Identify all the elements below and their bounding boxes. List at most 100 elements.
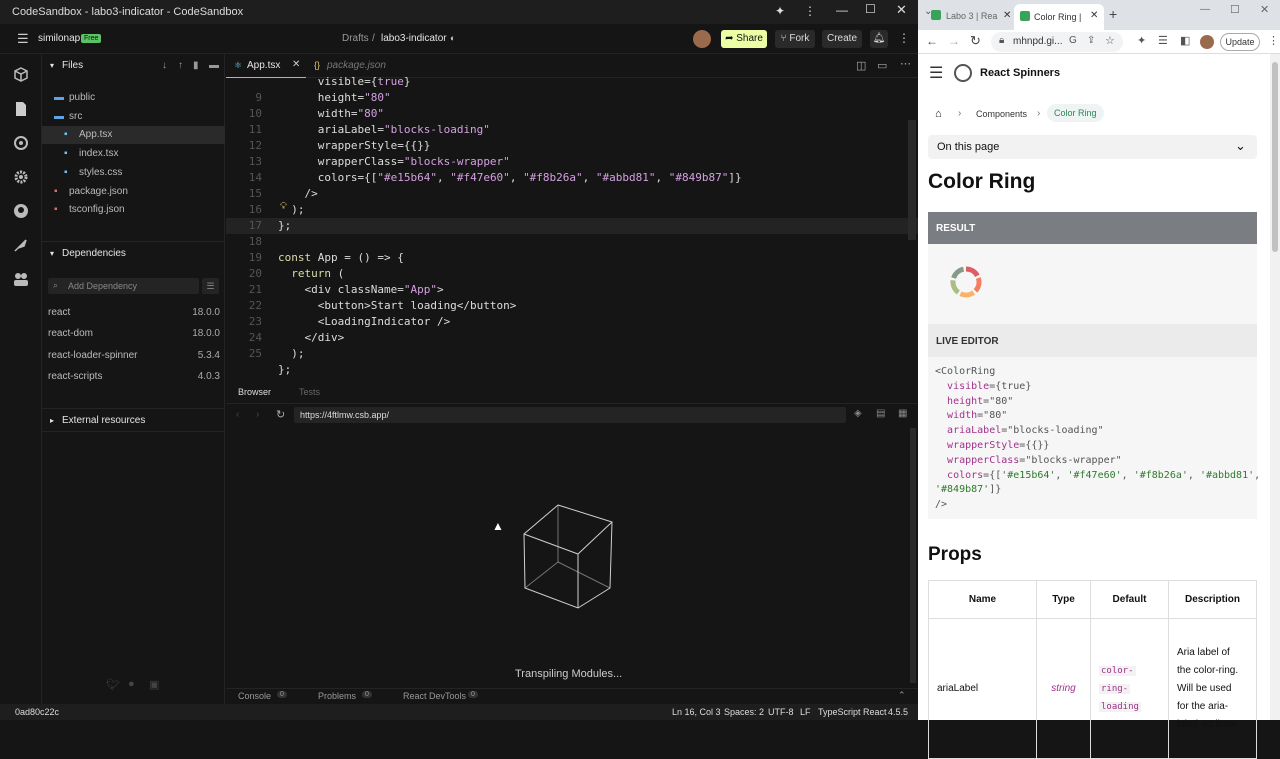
browser-scrollbar[interactable] [910, 428, 916, 683]
avatar[interactable] [693, 30, 711, 48]
home-icon[interactable]: ⌂ [935, 108, 942, 120]
close-tab-icon[interactable]: ✕ [292, 59, 300, 70]
chrome-tab-labo3[interactable]: Labo 3 | Rea ✕ [928, 6, 1014, 28]
external-resources-header[interactable]: ▸ External resources [42, 408, 225, 432]
editor-scrollbar[interactable] [908, 120, 916, 240]
close-tab-icon[interactable]: ✕ [1003, 10, 1011, 21]
maximize-icon[interactable]: ☐ [865, 2, 876, 16]
forward-arrow-icon[interactable]: → [948, 34, 960, 48]
problems-tab[interactable]: Problems [318, 691, 356, 701]
share-button[interactable]: ➦ Share [721, 30, 767, 48]
project-name[interactable]: labo3-indicator [381, 33, 447, 44]
options-icon[interactable]: ⋮ [898, 31, 910, 45]
copy-icon[interactable]: ▤ [876, 408, 885, 419]
dependency-item[interactable]: react-dom 18.0.0 [48, 325, 220, 343]
notification-icon[interactable]: 🔔︎ [870, 30, 888, 48]
scrollbar-thumb[interactable] [1272, 62, 1278, 252]
dependency-item[interactable]: react-scripts 4.0.3 [48, 368, 220, 386]
address-bar[interactable]: 🔒︎ mhnpd.gi... G ⇪ ☆ [991, 32, 1123, 52]
split-view-icon[interactable]: ◫ [856, 59, 866, 72]
live-code-editor[interactable]: <ColorRing visible={true} height="80" wi… [928, 357, 1260, 519]
new-file-icon[interactable]: ▮ [193, 54, 199, 78]
rocket-icon[interactable] [12, 236, 30, 254]
extensions-icon[interactable]: ✦ [775, 4, 785, 18]
maximize-icon[interactable]: ☐ [1230, 3, 1240, 16]
github-icon[interactable]: ● [128, 678, 135, 690]
google-icon[interactable]: G [1069, 35, 1077, 46]
chevron-up-icon[interactable]: ⌃ [898, 690, 906, 701]
sort-down-icon[interactable]: ↓ [162, 54, 167, 78]
hamburger-icon[interactable]: ☰ [929, 63, 943, 83]
extensions-icon[interactable]: ✦ [1137, 34, 1146, 47]
more-icon[interactable]: ⋮ [804, 4, 816, 18]
gear-icon[interactable] [12, 168, 30, 186]
refresh-icon[interactable]: ↻ [276, 408, 285, 421]
menu-icon[interactable]: ☰ [17, 31, 29, 47]
twitter-icon[interactable]: 🐦︎ [106, 678, 120, 691]
username[interactable]: similonap [38, 33, 80, 44]
list-icon[interactable]: ☰ [202, 278, 219, 294]
dependency-item[interactable]: react-loader-spinner 5.3.4 [48, 347, 220, 365]
side-panel-icon[interactable]: ◧ [1180, 34, 1190, 47]
forward-icon[interactable]: › [256, 409, 259, 420]
search-icon[interactable] [12, 134, 30, 152]
on-this-page-toggle[interactable]: On this page ⌄ [928, 135, 1257, 159]
devtools-icon[interactable]: ◈ [854, 408, 862, 419]
dependency-item[interactable]: react 18.0.0 [48, 304, 220, 322]
file-item[interactable]: ▪ package.json [42, 183, 225, 201]
reading-list-icon[interactable]: ☰ [1158, 34, 1168, 47]
console-tab[interactable]: Console [238, 691, 271, 701]
github-icon[interactable] [12, 202, 30, 220]
close-window-icon[interactable]: ✕ [1260, 3, 1269, 16]
sort-up-icon[interactable]: ↑ [178, 54, 183, 78]
star-icon[interactable]: ☆ [1105, 34, 1115, 47]
file-item[interactable]: ▪ index.tsx [42, 145, 225, 163]
new-folder-icon[interactable]: ▬ [209, 54, 219, 78]
url-input[interactable]: https://4ftlmw.csb.app/ [294, 407, 846, 423]
add-dependency-input[interactable]: ⌕ Add Dependency [48, 278, 199, 294]
files-header[interactable]: ▾ Files ↓ ↑ ▮ ▬ [42, 54, 225, 78]
file-item[interactable]: ▪ styles.css [42, 164, 225, 182]
file-item[interactable]: ▬ src [42, 108, 225, 126]
chrome-tab-color-ring[interactable]: Color Ring | ✕ [1014, 4, 1104, 30]
devtools-tab[interactable]: React DevTools [403, 691, 466, 701]
more-icon[interactable]: ⋯ [900, 57, 911, 70]
ts-version[interactable]: 4.5.5 [888, 704, 908, 720]
share-icon[interactable]: ⇪ [1087, 35, 1095, 46]
file-item[interactable]: ▪ App.tsx [42, 126, 225, 145]
file-icon[interactable] [12, 100, 30, 118]
chrome-menu-icon[interactable]: ⋮ [1268, 34, 1279, 47]
drafts-link[interactable]: Drafts [342, 33, 369, 44]
minimize-icon[interactable]: — [1200, 4, 1210, 15]
encoding[interactable]: UTF-8 [768, 704, 794, 720]
create-button[interactable]: Create [822, 30, 862, 48]
page-scrollbar[interactable] [1270, 54, 1280, 720]
minimize-icon[interactable]: — [836, 3, 848, 17]
close-icon[interactable]: ✕ [896, 2, 907, 18]
file-item[interactable]: ▬ public [42, 89, 225, 107]
tab-browser[interactable]: Browser [238, 387, 271, 397]
dependencies-header[interactable]: ▾ Dependencies [42, 241, 225, 265]
tab-tests[interactable]: Tests [299, 387, 320, 397]
site-title[interactable]: React Spinners [980, 67, 1060, 79]
file-item[interactable]: ▪ tsconfig.json [42, 201, 225, 219]
open-new-window-icon[interactable]: ▦ [898, 408, 907, 419]
breadcrumb-components[interactable]: Components [976, 109, 1027, 119]
profile-avatar[interactable] [1200, 35, 1214, 49]
discord-icon[interactable]: ▣ [149, 678, 159, 691]
reload-icon[interactable]: ↻ [970, 33, 981, 49]
users-icon[interactable] [12, 270, 30, 288]
fork-button[interactable]: ⑂ Fork [775, 30, 815, 48]
close-tab-icon[interactable]: ✕ [1090, 10, 1098, 21]
language-mode[interactable]: TypeScript React [818, 704, 887, 720]
cube-icon[interactable] [12, 66, 30, 84]
line-ending[interactable]: LF [800, 704, 811, 720]
update-button[interactable]: Update [1220, 33, 1260, 51]
preview-icon[interactable]: ▭ [877, 59, 887, 72]
back-arrow-icon[interactable]: ← [926, 34, 938, 48]
cursor-position[interactable]: Ln 16, Col 3 [672, 704, 721, 720]
indentation[interactable]: Spaces: 2 [724, 704, 764, 720]
code-editor[interactable]: ⚛ App.tsx ✕ {} package.json ◫ ▭ ⋯ 💡︎ vis… [226, 54, 918, 379]
new-tab-icon[interactable]: + [1109, 6, 1117, 22]
back-icon[interactable]: ‹ [236, 409, 239, 420]
